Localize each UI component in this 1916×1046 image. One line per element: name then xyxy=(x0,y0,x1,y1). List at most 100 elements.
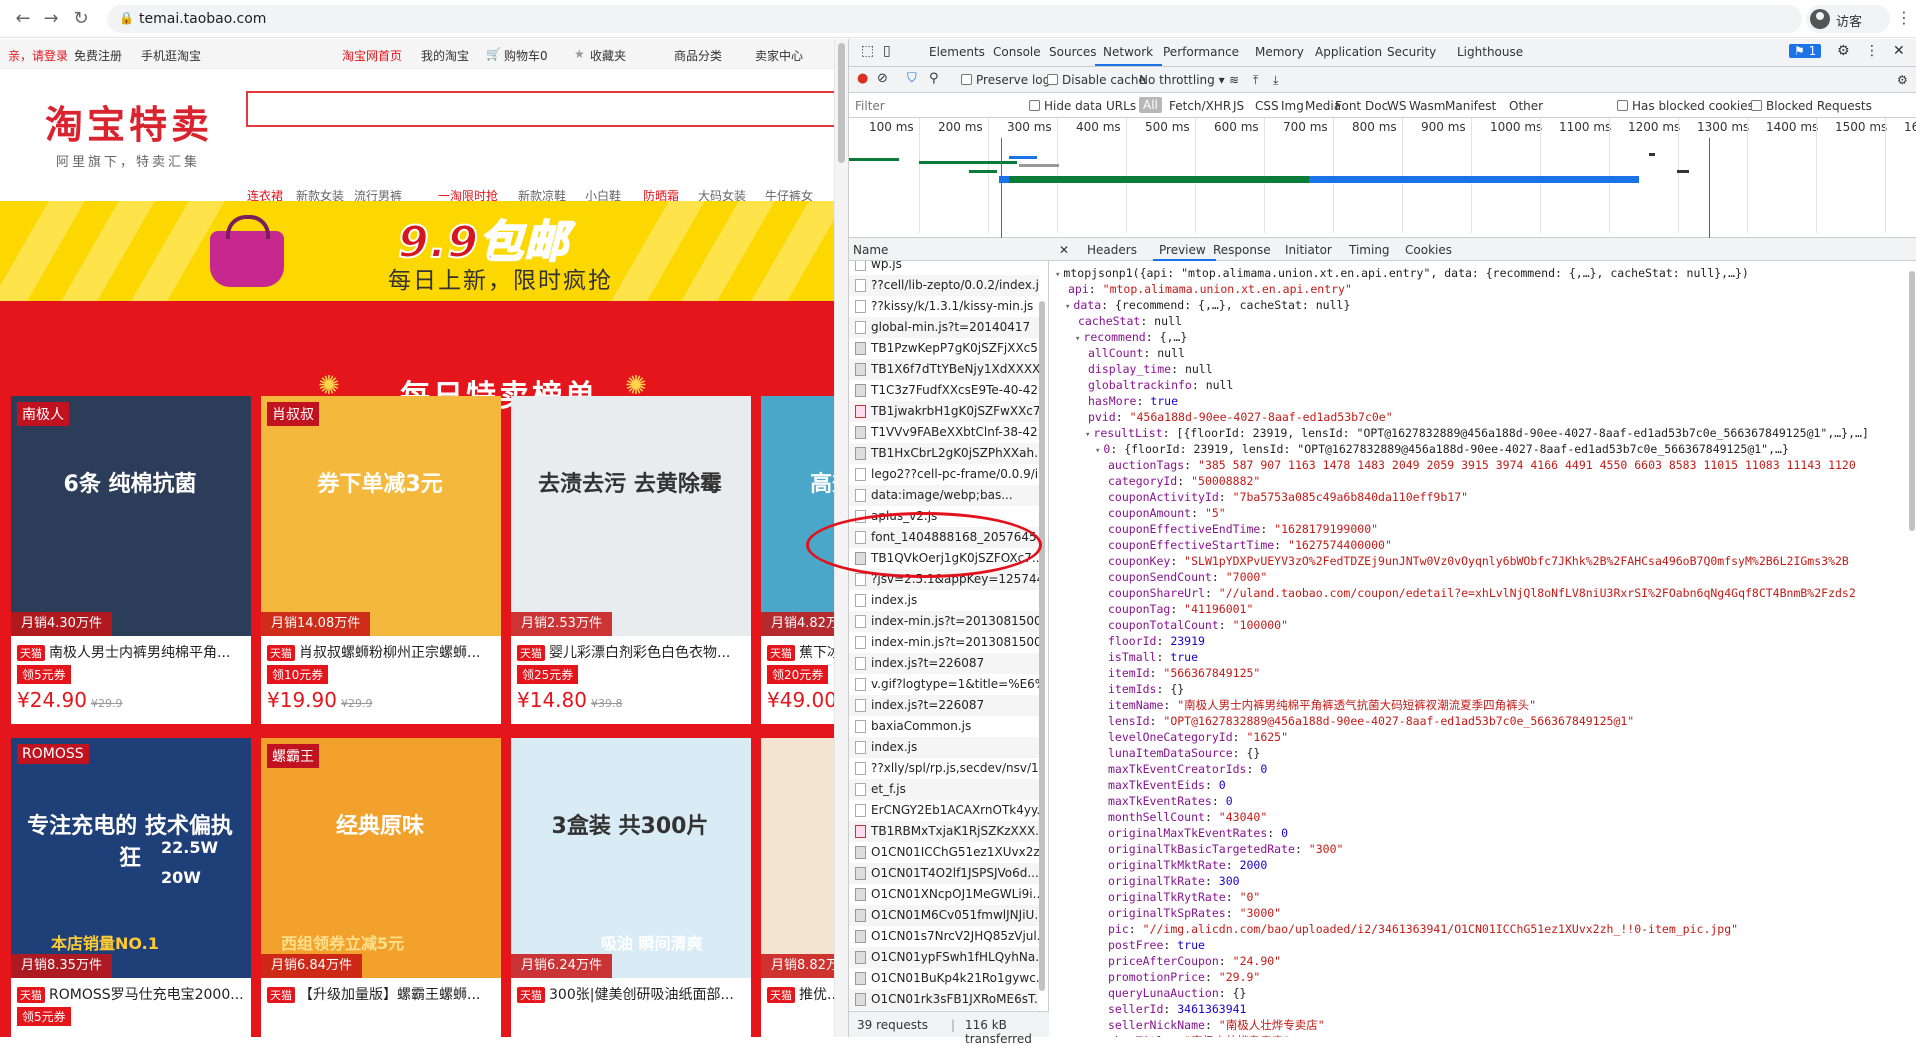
devtools-tab-elements[interactable]: Elements xyxy=(929,45,985,59)
product-name[interactable]: 天猫 300张|健美创研吸油纸面部... xyxy=(517,984,747,1004)
coupon-badge[interactable]: 领25元券 xyxy=(517,665,579,684)
json-line[interactable]: couponEffectiveStartTime: "1627574400000… xyxy=(1105,537,1392,553)
detail-tab-initiator[interactable]: Initiator xyxy=(1285,243,1332,257)
coupon-badge[interactable]: 领5元券 xyxy=(17,665,71,684)
detail-tab-cookies[interactable]: Cookies xyxy=(1405,243,1452,257)
request-list-scrollbar[interactable] xyxy=(1037,261,1047,1011)
filter-type-wasm[interactable]: Wasm xyxy=(1409,99,1445,113)
filter-type-css[interactable]: CSS xyxy=(1255,99,1279,113)
product-image[interactable]: 6条 纯棉抗菌 南极人 xyxy=(11,396,251,636)
blocked-requests-checkbox[interactable]: Blocked Requests xyxy=(1751,99,1872,113)
filter-type-fetchxhr[interactable]: Fetch/XHR xyxy=(1169,99,1231,113)
json-line[interactable]: couponEffectiveEndTime: "1628179199000" xyxy=(1105,521,1378,537)
request-row[interactable]: ??xlly/spl/rp.js,secdev/nsv/1... xyxy=(849,758,1039,779)
filter-type-js[interactable]: JS xyxy=(1233,99,1244,113)
product-image[interactable]: 高效隔 冰凉降 xyxy=(761,396,834,636)
login-link[interactable]: 亲，请登录 xyxy=(8,47,68,64)
request-row[interactable]: O1CN01ypFSwh1fHLQyhNa... xyxy=(849,947,1039,968)
product-card[interactable]: 6条 纯棉抗菌 南极人 月销4.30万件 天猫 南极人男士内裤男纯棉平角... 领5元券 ¥… xyxy=(11,396,251,724)
expand-arrow-icon[interactable]: ▾ xyxy=(1065,302,1070,312)
request-row[interactable]: baxiaCommon.js xyxy=(849,716,1039,737)
record-icon[interactable]: ● xyxy=(857,71,868,86)
request-row[interactable]: data:image/webp;bas... xyxy=(849,485,1039,506)
devtools-tab-sources[interactable]: Sources xyxy=(1049,45,1096,59)
forward-icon[interactable]: → xyxy=(40,8,62,30)
json-line[interactable]: couponTag: "41196001" xyxy=(1105,601,1253,617)
json-line[interactable]: couponKey: "SLW1pYDXPvUEYV3zO%2FedTDZEj9… xyxy=(1105,553,1849,569)
request-row[interactable]: O1CN01rk3sFB1JXRoME6sT... xyxy=(849,989,1039,1010)
json-line[interactable]: lunaItemDataSource: {} xyxy=(1105,745,1260,761)
coupon-badge[interactable]: 领5元券 xyxy=(17,1007,71,1026)
close-devtools-icon[interactable]: ✕ xyxy=(1893,43,1905,59)
json-line[interactable]: ▾ mtopjsonp1({api: "mtop.alimama.union.xt… xyxy=(1055,265,1749,281)
settings-icon[interactable]: ⚙ xyxy=(1837,43,1850,59)
json-line[interactable]: levelOneCategoryId: "1625" xyxy=(1105,729,1288,745)
product-card[interactable]: 3盒装 共300片 吸油 瞬间清爽 月销6.24万件 天猫 300张|健美创研吸油纸面部… xyxy=(511,738,751,1037)
devtools-tab-security[interactable]: Security xyxy=(1387,45,1436,59)
back-icon[interactable]: ← xyxy=(12,8,34,30)
expand-arrow-icon[interactable]: ▾ xyxy=(1055,270,1060,280)
expand-arrow-icon[interactable]: ▾ xyxy=(1075,334,1080,344)
request-row[interactable]: index-min.js?t=20130815000... xyxy=(849,632,1039,653)
json-line[interactable]: originalTkSpRates: "3000" xyxy=(1105,905,1281,921)
request-row[interactable]: O1CN01ICChG51ez1XUvx2z... xyxy=(849,842,1039,863)
json-line[interactable]: globaltrackinfo: null xyxy=(1085,377,1233,393)
json-line[interactable]: ▾ data: {recommend: {,…}, cacheStat: null… xyxy=(1065,297,1350,313)
more-options-icon[interactable]: ⋮ xyxy=(1865,43,1879,59)
json-line[interactable]: shopTitle: "南极人壮烨专卖店" xyxy=(1105,1033,1290,1037)
filter-type-manifest[interactable]: Manifest xyxy=(1445,99,1496,113)
hide-data-urls-checkbox[interactable]: Hide data URLs xyxy=(1029,99,1136,113)
detail-tab-timing[interactable]: Timing xyxy=(1349,243,1390,257)
json-line[interactable]: pvid: "456a188d-90ee-4027-8aaf-ed1ad53b7… xyxy=(1085,409,1393,425)
request-row[interactable]: O1CN01BuKp4k21Ro1gywc... xyxy=(849,968,1039,989)
home-link[interactable]: 淘宝网首页 xyxy=(342,47,402,64)
request-row[interactable]: O1CN01M6Cv051fmwlJNJiU... xyxy=(849,905,1039,926)
request-row[interactable]: index.js xyxy=(849,590,1039,611)
throttling-select[interactable]: No throttling ▾ xyxy=(1139,73,1225,87)
json-line[interactable]: originalTkRytRate: "0" xyxy=(1105,889,1260,905)
request-row[interactable]: ErCNGY2Eb1ACAXrnOTk4yy... xyxy=(849,800,1039,821)
product-image[interactable]: 经典原味 螺霸王 西组领券立减5元 xyxy=(261,738,501,978)
request-row[interactable]: TB1RBMxTxjaK1RjSZKzXXX... xyxy=(849,821,1039,842)
json-line[interactable]: postFree: true xyxy=(1105,937,1205,953)
product-card[interactable]: 年度邮政月销8.82万件天猫推优... xyxy=(761,738,834,1037)
json-line[interactable]: originalMaxTkEventRates: 0 xyxy=(1105,825,1288,841)
preview-scrollbar[interactable] xyxy=(1907,261,1916,1037)
product-card[interactable]: 去渍去污 去黄除霉 月销2.53万件 天猫 婴儿彩漂白剂彩色白色衣物... 领25元券 ¥… xyxy=(511,396,751,724)
json-line[interactable]: maxTkEventRates: 0 xyxy=(1105,793,1233,809)
inspect-icon[interactable]: ⬚ xyxy=(861,43,874,59)
favorites-link[interactable]: 收藏夹 xyxy=(590,47,626,64)
json-line[interactable]: sellerNickName: "南极人壮烨专卖店" xyxy=(1105,1017,1325,1033)
browser-menu-icon[interactable]: ⋮ xyxy=(1896,8,1912,27)
json-line[interactable]: ▾ recommend: {,…} xyxy=(1075,329,1187,345)
detail-tab-headers[interactable]: Headers xyxy=(1087,243,1137,257)
json-line[interactable]: originalTkMktRate: 2000 xyxy=(1105,857,1267,873)
promo-banner[interactable]: 9.9包邮 每日上新，限时疯抢 xyxy=(0,201,834,301)
request-row[interactable]: TB1X6f7dTtYBeNjy1XdXXXX... xyxy=(849,359,1039,380)
json-line[interactable]: priceAfterCoupon: "24.90" xyxy=(1105,953,1281,969)
json-line[interactable]: lensId: "OPT@1627832889@456a188d-90ee-40… xyxy=(1105,713,1634,729)
blocked-cookies-checkbox[interactable]: Has blocked cookies xyxy=(1617,99,1754,113)
request-row[interactable]: v.gif?logtype=1&title=%E6%... xyxy=(849,674,1039,695)
categories-link[interactable]: 商品分类 xyxy=(674,47,722,64)
request-row[interactable]: T1C3z7FudfXXcsE9Te-40-42... xyxy=(849,380,1039,401)
request-row[interactable]: ??kissy/k/1.3.1/kissy-min.js xyxy=(849,296,1039,317)
filter-type-ws[interactable]: WS xyxy=(1387,99,1406,113)
network-settings-icon[interactable]: ⚙ xyxy=(1897,73,1908,87)
product-name[interactable]: 天猫 婴儿彩漂白剂彩色白色衣物... xyxy=(517,642,747,662)
json-line[interactable]: couponShareUrl: "//uland.taobao.com/coup… xyxy=(1105,585,1856,601)
cart-link[interactable]: 购物车0 xyxy=(504,47,548,64)
json-line[interactable]: sellerId: 3461363941 xyxy=(1105,1001,1247,1017)
request-row[interactable]: O1CN01T4O2lf1JSPSJVo6d... xyxy=(849,863,1039,884)
product-name[interactable]: 天猫 【升级加量版】螺霸王螺蛳... xyxy=(267,984,497,1004)
export-icon[interactable]: ⤓ xyxy=(1273,73,1278,88)
reload-icon[interactable]: ↻ xyxy=(70,8,92,30)
filter-type-doc[interactable]: Doc xyxy=(1365,99,1388,113)
json-line[interactable]: isTmall: true xyxy=(1105,649,1198,665)
search-input[interactable] xyxy=(246,91,834,127)
json-line[interactable]: maxTkEventEids: 0 xyxy=(1105,777,1226,793)
request-row[interactable]: TB1jwakrbH1gK0jSZFwXXc7... xyxy=(849,401,1039,422)
filter-icon[interactable]: ⛉ xyxy=(907,71,917,86)
wifi-icon[interactable]: ≋ xyxy=(1229,73,1239,87)
import-icon[interactable]: ⤒ xyxy=(1253,73,1258,88)
